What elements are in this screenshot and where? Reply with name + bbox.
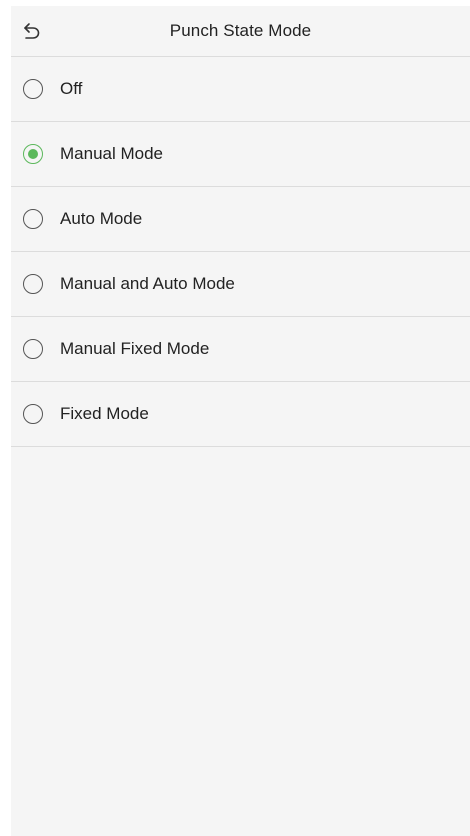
header-bar: Punch State Mode: [11, 6, 470, 57]
back-button[interactable]: [19, 19, 45, 43]
option-manual-fixed-mode[interactable]: Manual Fixed Mode: [11, 317, 470, 382]
option-auto-mode[interactable]: Auto Mode: [11, 187, 470, 252]
option-label: Manual Fixed Mode: [60, 339, 210, 358]
radio-button[interactable]: [23, 274, 43, 294]
option-label: Off: [60, 79, 83, 98]
radio-button[interactable]: [23, 339, 43, 359]
radio-button[interactable]: [23, 404, 43, 424]
page-title: Punch State Mode: [169, 21, 312, 40]
option-off[interactable]: Off: [11, 57, 470, 122]
option-label: Manual Mode: [60, 144, 164, 163]
option-manual-and-auto-mode[interactable]: Manual and Auto Mode: [11, 252, 470, 317]
back-arrow-icon: [24, 23, 40, 39]
option-label: Auto Mode: [60, 209, 143, 228]
radio-button[interactable]: [23, 209, 43, 229]
option-label: Manual and Auto Mode: [60, 274, 235, 293]
option-fixed-mode[interactable]: Fixed Mode: [11, 382, 470, 447]
radio-selected-dot: [28, 149, 38, 159]
mode-options-list: Off Manual Mode Auto Mode Manual and Aut…: [11, 57, 470, 447]
punch-state-mode-screen: Punch State Mode Off Manual Mode Auto Mo…: [11, 6, 470, 836]
option-label: Fixed Mode: [60, 404, 149, 423]
radio-button[interactable]: [23, 79, 43, 99]
radio-button-selected[interactable]: [23, 144, 43, 164]
option-manual-mode[interactable]: Manual Mode: [11, 122, 470, 187]
